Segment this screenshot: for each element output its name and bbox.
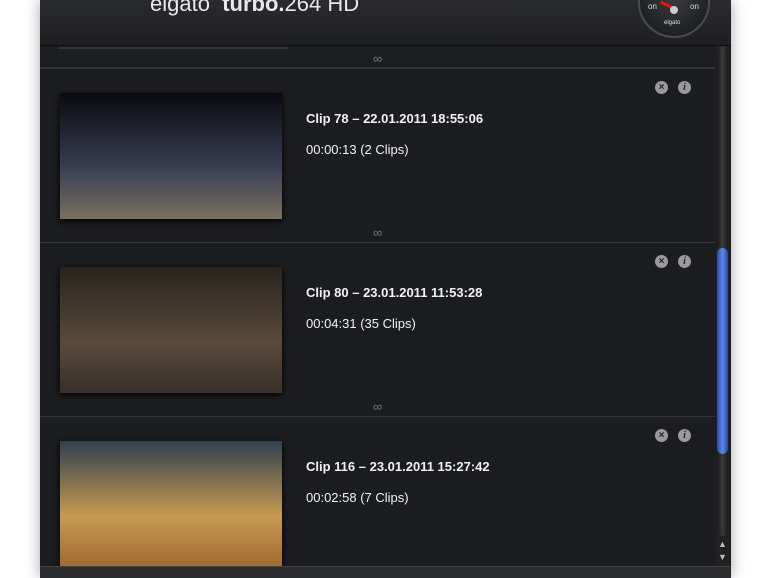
product-name: turbo. bbox=[222, 0, 285, 16]
bottom-bar bbox=[40, 566, 731, 578]
info-circle-icon[interactable]: i bbox=[678, 81, 691, 94]
logo: elgato turbo.264 HD bbox=[150, 0, 359, 17]
brand: elgato bbox=[150, 0, 210, 16]
clip-row[interactable]: Clip 78 – 22.01.2011 18:55:06 00:00:13 (… bbox=[40, 68, 715, 242]
scroll-thumb[interactable] bbox=[717, 248, 728, 454]
vertical-scrollbar[interactable]: ▲ ▼ bbox=[716, 46, 729, 566]
gauge-label-right: on bbox=[690, 2, 699, 11]
close-circle-icon[interactable]: × bbox=[655, 255, 668, 268]
clip-thumbnail[interactable] bbox=[60, 441, 282, 566]
chain-link-icon[interactable]: ∞ bbox=[373, 226, 382, 258]
clip-row[interactable]: Clip 80 – 23.01.2011 11:53:28 00:04:31 (… bbox=[40, 242, 715, 416]
gauge-label-left: on bbox=[648, 2, 657, 11]
scroll-up-arrow[interactable]: ▲ bbox=[716, 538, 729, 551]
gauge-knob bbox=[670, 6, 678, 14]
clip-title: Clip 80 – 23.01.2011 11:53:28 bbox=[306, 285, 483, 300]
clip-thumbnail[interactable] bbox=[60, 93, 282, 219]
info-circle-icon[interactable]: i bbox=[678, 429, 691, 442]
gauge-brand: elgato bbox=[664, 20, 681, 26]
close-circle-icon[interactable]: × bbox=[655, 429, 668, 442]
clip-thumbnail[interactable] bbox=[60, 267, 282, 393]
clip-row[interactable]: Clip 116 – 23.01.2011 15:27:42 00:02:58 … bbox=[40, 416, 715, 566]
product-suffix: 264 HD bbox=[284, 0, 360, 16]
close-circle-icon[interactable]: × bbox=[655, 81, 668, 94]
scroll-down-arrow[interactable]: ▼ bbox=[716, 551, 729, 564]
chain-link-icon[interactable]: ∞ bbox=[373, 400, 382, 432]
clip-list: ∞ Clip 78 – 22.01.2011 18:55:06 00:00:13… bbox=[40, 46, 715, 566]
header: elgato turbo.264 HD on on elgato bbox=[40, 0, 731, 46]
clip-title: Clip 116 – 23.01.2011 15:27:42 bbox=[306, 459, 490, 474]
clip-duration: 00:00:13 (2 Clips) bbox=[306, 142, 409, 157]
clip-duration: 00:04:31 (35 Clips) bbox=[306, 316, 416, 331]
clip-duration: 00:02:58 (7 Clips) bbox=[306, 490, 409, 505]
clip-title: Clip 78 – 22.01.2011 18:55:06 bbox=[306, 111, 484, 126]
app-window: elgato turbo.264 HD on on elgato ∞ Clip … bbox=[40, 0, 731, 578]
info-circle-icon[interactable]: i bbox=[678, 255, 691, 268]
turbo-gauge[interactable]: on on elgato bbox=[638, 0, 710, 38]
